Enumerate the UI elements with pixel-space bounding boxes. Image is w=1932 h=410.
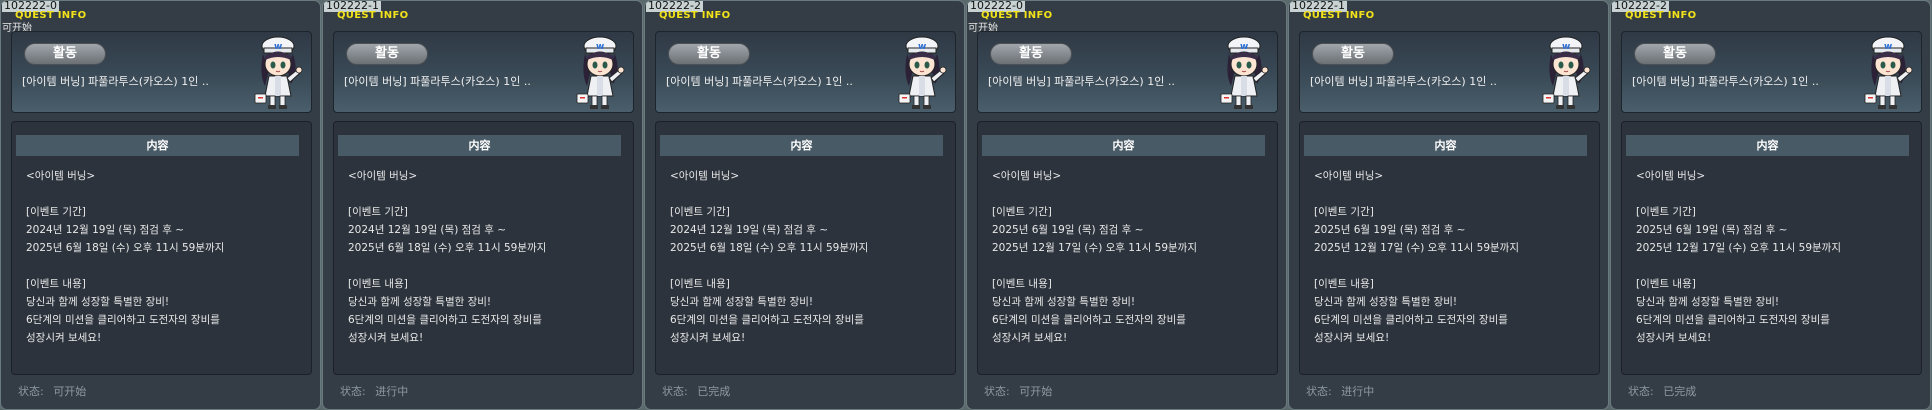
svg-text:w: w xyxy=(596,42,604,52)
status-line: 状态: 可开始 xyxy=(984,385,1052,399)
content-text: <아이템 버닝> [이벤트 기간] 2024년 12월 19일 (목) 점검 후… xyxy=(348,170,547,344)
quest-info-title: QUEST INFO xyxy=(1625,10,1697,21)
activity-badge: 활동 xyxy=(668,43,750,65)
status-label: 状态: xyxy=(1306,385,1332,398)
content-header: 内容 xyxy=(338,135,621,156)
quest-header-card: 활동 [아이템 버닝] 파풀라투스(카오스) 1인 .. w xyxy=(655,31,956,113)
quest-info-panel: 102222-1 QUEST INFO 활동 [아이템 버닝] 파풀라투스(카오… xyxy=(1288,0,1609,410)
status-label: 状态: xyxy=(984,385,1010,398)
npc-nurse-icon: w xyxy=(576,36,625,109)
activity-badge: 활동 xyxy=(1634,43,1716,65)
quest-info-panel: 102222-1 QUEST INFO 활동 [아이템 버닝] 파풀라투스(카오… xyxy=(322,0,643,410)
quest-info-title: QUEST INFO xyxy=(981,10,1053,21)
activity-badge: 활동 xyxy=(1312,43,1394,65)
npc-nurse-icon: w xyxy=(1864,36,1913,109)
quest-panels: 102222-0 QUEST INFO 可开始 활동 [아이템 버닝] 파풀라투… xyxy=(0,0,1932,410)
status-value: 进行中 xyxy=(1341,385,1375,398)
quest-header-card: 활동 [아이템 버닝] 파풀라투스(카오스) 1인 .. w xyxy=(333,31,634,113)
quest-info-panel: 102222-0 QUEST INFO 可开始 활동 [아이템 버닝] 파풀라투… xyxy=(0,0,321,410)
status-value: 已完成 xyxy=(697,385,731,398)
quest-info-title: QUEST INFO xyxy=(15,10,87,21)
quest-info-panel: 102222-2 QUEST INFO 활동 [아이템 버닝] 파풀라투스(카오… xyxy=(1610,0,1931,410)
content-text: <아이템 버닝> [이벤트 기간] 2025년 6월 19일 (목) 점검 후 … xyxy=(1314,170,1519,344)
quest-title[interactable]: [아이템 버닝] 파풀라투스(카오스) 1인 .. xyxy=(1632,75,1819,89)
quest-header-card: 활동 [아이템 버닝] 파풀라투스(카오스) 1인 .. w xyxy=(1299,31,1600,113)
npc-nurse-icon: w xyxy=(254,36,303,109)
quest-header-card: 활동 [아이템 버닝] 파풀라투스(카오스) 1인 .. w xyxy=(1621,31,1922,113)
activity-badge: 활동 xyxy=(990,43,1072,65)
quest-title[interactable]: [아이템 버닝] 파풀라투스(카오스) 1인 .. xyxy=(988,75,1175,89)
content-box: 内容 <아이템 버닝> [이벤트 기간] 2024년 12월 19일 (목) 점… xyxy=(11,121,312,375)
status-label: 状态: xyxy=(1628,385,1654,398)
content-header: 内容 xyxy=(982,135,1265,156)
activity-badge: 활동 xyxy=(346,43,428,65)
content-text: <아이템 버닝> [이벤트 기간] 2024년 12월 19일 (목) 점검 후… xyxy=(26,170,225,344)
status-line: 状态: 已完成 xyxy=(662,385,730,399)
quest-header-card: 활동 [아이템 버닝] 파풀라투스(카오스) 1인 .. w xyxy=(11,31,312,113)
quest-info-title: QUEST INFO xyxy=(1303,10,1375,21)
content-box: 内容 <아이템 버닝> [이벤트 기간] 2024년 12월 19일 (목) 점… xyxy=(333,121,634,375)
svg-text:w: w xyxy=(1884,42,1892,52)
status-value: 可开始 xyxy=(53,385,87,398)
npc-nurse-icon: w xyxy=(1542,36,1591,109)
content-text: <아이템 버닝> [이벤트 기간] 2025년 6월 19일 (목) 점검 후 … xyxy=(992,170,1197,344)
content-text: <아이템 버닝> [이벤트 기간] 2024년 12월 19일 (목) 점검 후… xyxy=(670,170,869,344)
status-value: 已完成 xyxy=(1663,385,1697,398)
status-line: 状态: 已完成 xyxy=(1628,385,1696,399)
quest-header-card: 활동 [아이템 버닝] 파풀라투스(카오스) 1인 .. w xyxy=(977,31,1278,113)
quest-title[interactable]: [아이템 버닝] 파풀라투스(카오스) 1인 .. xyxy=(666,75,853,89)
quest-info-title: QUEST INFO xyxy=(659,10,731,21)
status-label: 状态: xyxy=(340,385,366,398)
content-box: 内容 <아이템 버닝> [이벤트 기간] 2025년 6월 19일 (목) 점검… xyxy=(1299,121,1600,375)
status-line: 状态: 进行中 xyxy=(340,385,408,399)
content-header: 内容 xyxy=(660,135,943,156)
svg-text:w: w xyxy=(918,42,926,52)
activity-badge: 활동 xyxy=(24,43,106,65)
npc-nurse-icon: w xyxy=(898,36,947,109)
status-value: 可开始 xyxy=(1019,385,1053,398)
quest-title[interactable]: [아이템 버닝] 파풀라투스(카오스) 1인 .. xyxy=(344,75,531,89)
quest-info-panel: 102222-0 QUEST INFO 可开始 활동 [아이템 버닝] 파풀라투… xyxy=(966,0,1287,410)
status-label: 状态: xyxy=(18,385,44,398)
status-value: 进行中 xyxy=(375,385,409,398)
status-line: 状态: 可开始 xyxy=(18,385,86,399)
quest-info-title: QUEST INFO xyxy=(337,10,409,21)
svg-text:w: w xyxy=(1240,42,1248,52)
content-header: 内容 xyxy=(16,135,299,156)
content-box: 内容 <아이템 버닝> [이벤트 기간] 2024년 12월 19일 (목) 점… xyxy=(655,121,956,375)
content-header: 内容 xyxy=(1626,135,1909,156)
quest-title[interactable]: [아이템 버닝] 파풀라투스(카오스) 1인 .. xyxy=(1310,75,1497,89)
content-box: 内容 <아이템 버닝> [이벤트 기간] 2025년 6월 19일 (목) 점검… xyxy=(1621,121,1922,375)
quest-title[interactable]: [아이템 버닝] 파풀라투스(카오스) 1인 .. xyxy=(22,75,209,89)
svg-text:w: w xyxy=(1562,42,1570,52)
content-text: <아이템 버닝> [이벤트 기간] 2025년 6월 19일 (목) 점검 후 … xyxy=(1636,170,1841,344)
npc-nurse-icon: w xyxy=(1220,36,1269,109)
content-header: 内容 xyxy=(1304,135,1587,156)
status-line: 状态: 进行中 xyxy=(1306,385,1374,399)
content-box: 内容 <아이템 버닝> [이벤트 기간] 2025년 6월 19일 (목) 점검… xyxy=(977,121,1278,375)
status-label: 状态: xyxy=(662,385,688,398)
svg-text:w: w xyxy=(274,42,282,52)
quest-info-panel: 102222-2 QUEST INFO 활동 [아이템 버닝] 파풀라투스(카오… xyxy=(644,0,965,410)
